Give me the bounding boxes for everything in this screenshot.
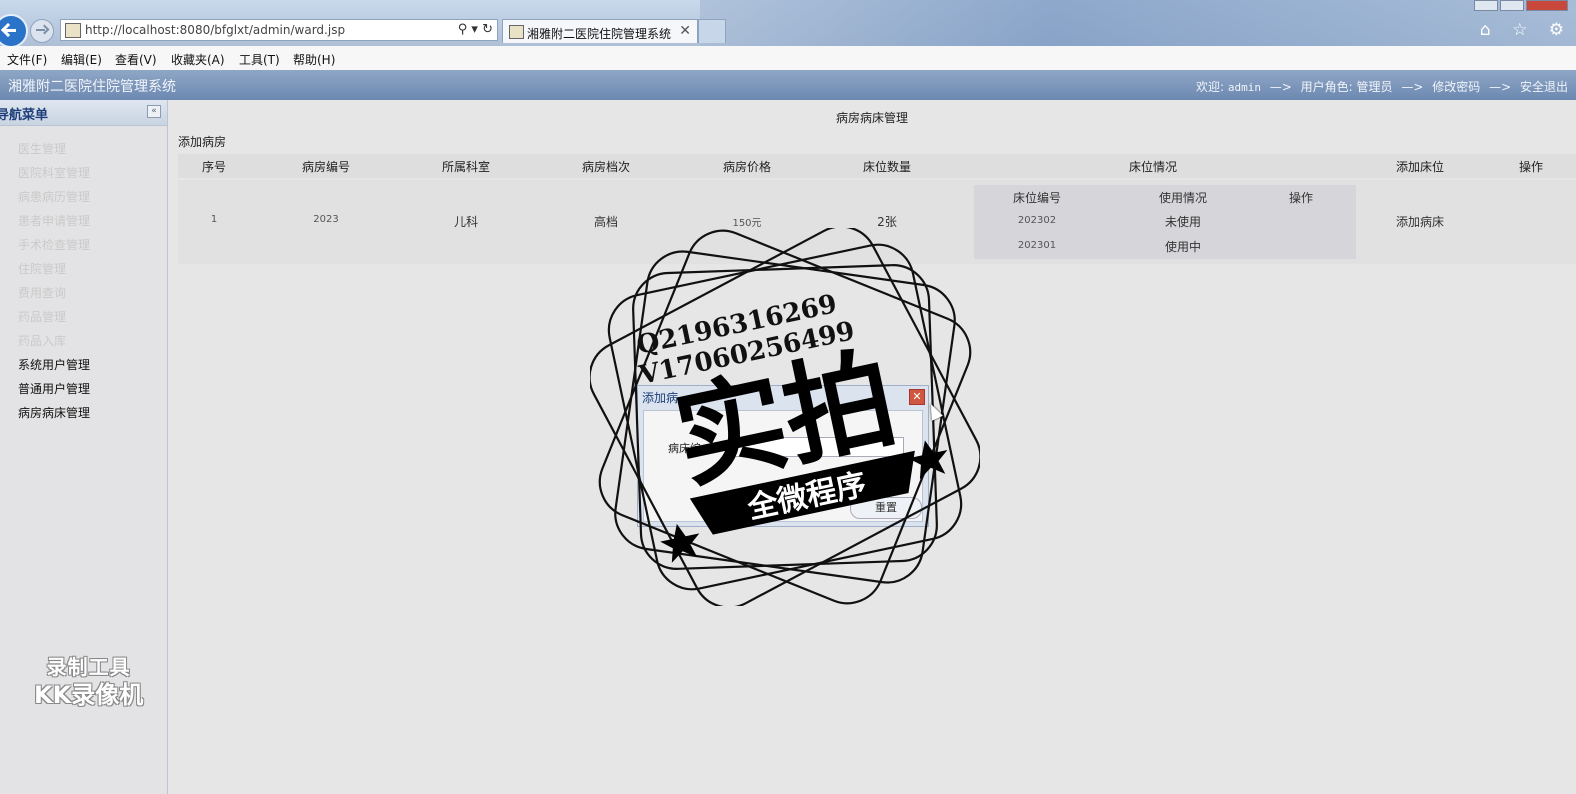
menu-view[interactable]: 查看(V)	[115, 51, 157, 68]
window-background	[700, 0, 1576, 46]
sidebar-item-hospitalization[interactable]: 住院管理	[18, 260, 66, 277]
menu-bar: 文件(F) 编辑(E) 查看(V) 收藏夹(A) 工具(T) 帮助(H)	[0, 46, 1576, 71]
cell-price: 150元	[732, 218, 762, 229]
bed-col-actions: 操作	[1288, 191, 1314, 205]
tab-close-icon[interactable]: ✕	[679, 23, 691, 39]
menu-help[interactable]: 帮助(H)	[293, 51, 335, 68]
minimize-button[interactable]	[1474, 0, 1498, 11]
col-index: 序号	[201, 160, 227, 174]
new-tab-button[interactable]	[698, 19, 726, 43]
sidebar-item-doctors[interactable]: 医生管理	[18, 140, 66, 157]
browser-toolbar: http://localhost:8080/bfglxt/admin/ward.…	[0, 0, 1576, 48]
col-bed-count: 床位数量	[862, 160, 912, 174]
page-title: 病房病床管理	[835, 111, 908, 125]
sidebar-item-departments[interactable]: 医院科室管理	[18, 164, 90, 181]
col-bed-status: 床位情况	[1128, 160, 1178, 174]
cell-department: 儿科	[453, 215, 479, 229]
sidebar-item-normal-users[interactable]: 普通用户管理	[18, 380, 90, 397]
add-bed-dialog: 添加病 ✕ 病床编 重置	[637, 385, 929, 527]
sidebar-header: 导航菜单 «	[0, 100, 167, 126]
app-title: 湘雅附二医院住院管理系统	[8, 79, 176, 95]
change-password-link[interactable]: 修改密码	[1432, 80, 1480, 94]
sidebar-item-drug-stock[interactable]: 药品入库	[18, 332, 66, 349]
cell-level: 高档	[593, 215, 619, 229]
bed-col-no: 床位编号	[1012, 191, 1062, 205]
bed-subtable: 床位编号 使用情况 操作 202302 未使用 202301 使用中	[974, 185, 1356, 259]
dialog-title: 添加病	[642, 391, 679, 405]
col-actions: 操作	[1518, 160, 1544, 174]
tab-page-icon	[509, 25, 524, 39]
nav-arrow: —>	[1489, 80, 1512, 94]
bed-no-input[interactable]	[732, 437, 904, 457]
user-role: 用户角色: 管理员	[1300, 80, 1393, 94]
table-row: 1 2023 儿科 高档 150元 2张 床位编号 使用情况 操作 202302…	[178, 180, 1576, 264]
col-level: 病房档次	[581, 160, 631, 174]
close-icon[interactable]: ✕	[909, 389, 925, 405]
app-header: 湘雅附二医院住院管理系统 欢迎: admin —> 用户角色: 管理员 —> 修…	[0, 70, 1576, 100]
cell-ward-no: 2023	[313, 214, 339, 225]
nav-arrow: —>	[1269, 80, 1292, 94]
dialog-body: 病床编 重置	[643, 410, 923, 522]
cell-bed-count: 2张	[877, 215, 897, 229]
browser-tab[interactable]: 湘雅附二医院住院管理系统 ✕	[502, 19, 698, 43]
home-favorites-settings-icon[interactable]: ⌂ ☆ ⚙	[1480, 20, 1572, 40]
sidebar-title: 导航菜单	[0, 108, 49, 123]
nav-arrow: —>	[1401, 80, 1424, 94]
cell-index: 1	[210, 214, 218, 225]
user-nav: 欢迎: admin —> 用户角色: 管理员 —> 修改密码 —> 安全退出	[1196, 78, 1568, 95]
sidebar-item-surgery[interactable]: 手术检查管理	[18, 236, 90, 253]
url-text[interactable]: http://localhost:8080/bfglxt/admin/ward.…	[85, 23, 345, 37]
reset-button[interactable]: 重置	[850, 497, 922, 519]
collapse-icon[interactable]: «	[147, 105, 161, 118]
add-ward-link[interactable]: 添加病房	[178, 133, 226, 150]
logout-link[interactable]: 安全退出	[1520, 80, 1568, 94]
col-add-bed: 添加床位	[1395, 160, 1445, 174]
close-window-button[interactable]	[1526, 0, 1568, 11]
sidebar-item-applications[interactable]: 患者申请管理	[18, 212, 90, 229]
page-icon	[65, 23, 81, 38]
address-bar[interactable]: http://localhost:8080/bfglxt/admin/ward.…	[60, 19, 498, 41]
sidebar: 导航菜单 « 医生管理 医院科室管理 病患病历管理 患者申请管理 手术检查管理 …	[0, 100, 168, 794]
tab-title: 湘雅附二医院住院管理系统	[527, 27, 672, 41]
menu-file[interactable]: 文件(F)	[7, 51, 47, 68]
sidebar-item-system-users[interactable]: 系统用户管理	[18, 356, 90, 373]
add-bed-link[interactable]: 添加病床	[1396, 213, 1444, 230]
bed-col-status: 使用情况	[1158, 191, 1208, 205]
bed-status: 使用中	[1164, 240, 1202, 254]
search-refresh-icon[interactable]: ⚲ ▾ ↻	[458, 22, 493, 37]
username: admin	[1227, 81, 1261, 94]
col-ward-no: 病房编号	[301, 160, 351, 174]
bed-no: 202302	[1017, 215, 1057, 226]
welcome-label: 欢迎:	[1195, 80, 1224, 94]
table-header: 序号 病房编号 所属科室 病房档次 病房价格 床位数量 床位情况 添加床位 操作	[178, 154, 1576, 178]
menu-edit[interactable]: 编辑(E)	[61, 51, 102, 68]
sidebar-item-fees[interactable]: 费用查询	[18, 284, 66, 301]
bed-status: 未使用	[1164, 215, 1202, 229]
menu-favorites[interactable]: 收藏夹(A)	[171, 51, 225, 68]
forward-button[interactable]	[30, 19, 54, 43]
col-department: 所属科室	[441, 160, 491, 174]
maximize-button[interactable]	[1500, 0, 1524, 11]
bed-no-label: 病床编	[668, 442, 701, 455]
sidebar-item-wards[interactable]: 病房病床管理	[18, 404, 90, 421]
bed-no: 202301	[1017, 240, 1057, 251]
sidebar-item-records[interactable]: 病患病历管理	[18, 188, 90, 205]
window-controls	[1472, 0, 1568, 11]
menu-tools[interactable]: 工具(T)	[239, 51, 280, 68]
sidebar-item-drugs[interactable]: 药品管理	[18, 308, 66, 325]
back-button[interactable]	[0, 14, 28, 48]
col-price: 病房价格	[722, 160, 772, 174]
